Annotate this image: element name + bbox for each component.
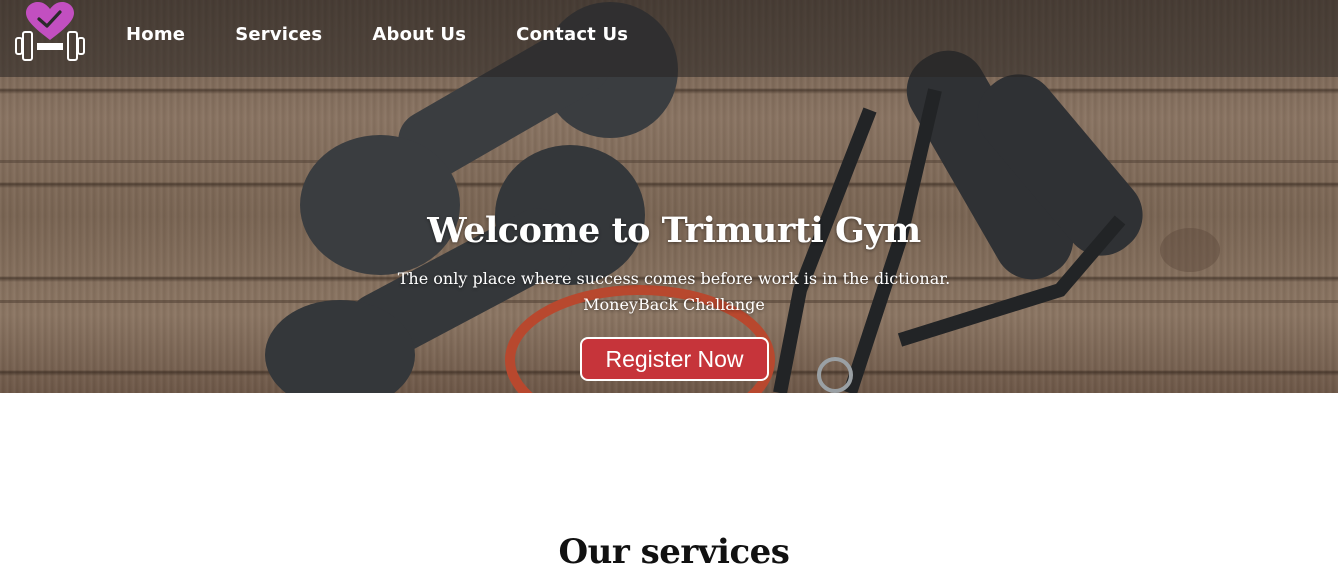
nav-menu: Home Services About Us Contact Us [126, 24, 678, 45]
hero-title: Welcome to Trimurti Gym [427, 210, 921, 251]
hero-text-block: Welcome to Trimurti Gym The only place w… [0, 208, 1338, 318]
services-heading: Our services [558, 532, 790, 568]
hero-subtitle-line-2: MoneyBack Challange [583, 295, 765, 314]
nav-contact-link[interactable]: Contact Us [516, 24, 628, 45]
logo-icon[interactable] [12, 2, 88, 64]
register-now-button[interactable]: Register Now [580, 337, 769, 381]
hero-banner: Home Services About Us Contact Us Welcom… [0, 0, 1338, 393]
nav-services-link[interactable]: Services [235, 24, 322, 45]
top-navbar: Home Services About Us Contact Us [0, 0, 1338, 77]
hero-subtitle: The only place where success comes befor… [0, 266, 1338, 318]
hero-subtitle-line-1: The only place where success comes befor… [397, 269, 951, 288]
nav-home-link[interactable]: Home [126, 24, 185, 45]
nav-about-link[interactable]: About Us [372, 24, 466, 45]
